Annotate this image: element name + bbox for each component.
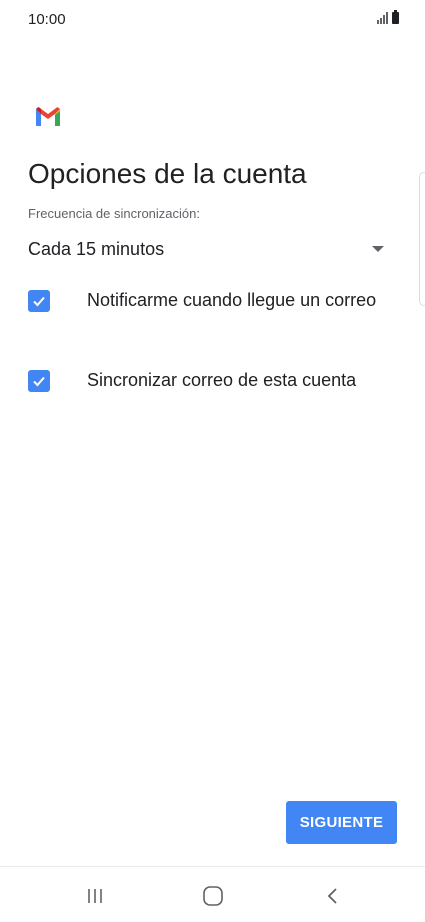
notify-checkbox[interactable] [28, 289, 50, 312]
checkmark-icon [33, 376, 45, 386]
status-bar: 10:00 [0, 0, 425, 40]
page-title: Opciones de la cuenta [28, 158, 307, 189]
notify-option-label: Notificarme cuando llegue un correo [87, 290, 377, 310]
scroll-indicator[interactable] [419, 172, 425, 306]
recents-icon [88, 889, 102, 903]
dropdown-arrow-icon [372, 246, 384, 252]
home-button[interactable] [193, 881, 233, 911]
status-icons [377, 10, 399, 24]
notify-option-row[interactable]: Notificarme cuando llegue un correo [28, 288, 398, 313]
status-time: 10:00 [28, 11, 66, 28]
next-button[interactable]: SIGUIENTE [286, 801, 397, 844]
gmail-logo-icon [36, 107, 60, 126]
recents-button[interactable] [75, 881, 115, 911]
sync-option-row[interactable]: Sincronizar correo de esta cuenta [28, 368, 398, 393]
sync-frequency-dropdown[interactable]: Cada 15 minutos [28, 232, 388, 266]
checkmark-icon [33, 296, 45, 306]
sync-frequency-value: Cada 15 minutos [28, 238, 165, 259]
back-button[interactable] [313, 881, 353, 911]
sync-frequency-label: Frecuencia de sincronización: [28, 206, 200, 221]
back-icon [327, 888, 337, 904]
signal-icon [377, 12, 388, 24]
battery-icon [392, 10, 399, 24]
sync-option-label: Sincronizar correo de esta cuenta [87, 370, 357, 390]
sync-checkbox[interactable] [28, 369, 50, 392]
navigation-bar [0, 866, 425, 922]
home-icon [203, 886, 223, 906]
